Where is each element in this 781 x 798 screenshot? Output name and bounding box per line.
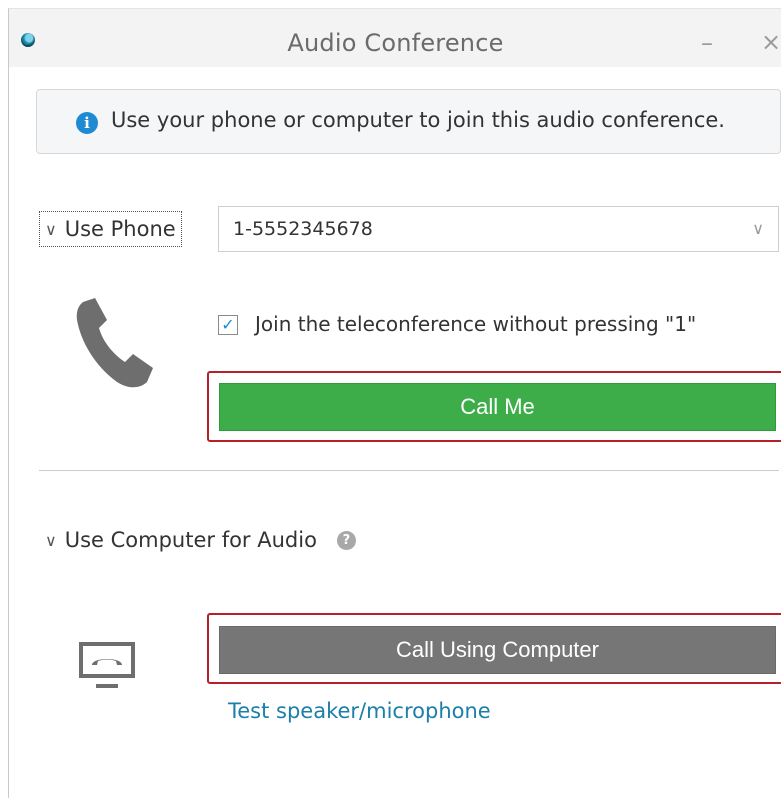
- help-icon[interactable]: ?: [336, 530, 356, 550]
- phone-handset-icon: [76, 298, 153, 388]
- info-message: Use your phone or computer to join this …: [111, 108, 725, 132]
- join-without-pressing-checkbox[interactable]: ✓: [218, 315, 238, 335]
- chevron-down-icon: ∨: [752, 219, 764, 238]
- use-computer-label: Use Computer for Audio: [64, 528, 317, 552]
- chevron-down-icon: ∨: [45, 219, 57, 239]
- use-phone-toggle[interactable]: ∨ Use Phone: [39, 211, 182, 247]
- close-button[interactable]: ×: [761, 28, 781, 56]
- section-divider: [39, 470, 779, 471]
- call-using-computer-button[interactable]: Call Using Computer: [219, 626, 776, 674]
- use-phone-label: Use Phone: [64, 217, 176, 241]
- call-me-button[interactable]: Call Me: [219, 383, 776, 431]
- phone-number-value: 1-5552345678: [233, 218, 373, 240]
- minimize-button[interactable]: –: [701, 29, 713, 57]
- test-speaker-microphone-link[interactable]: Test speaker/microphone: [228, 699, 491, 723]
- use-computer-toggle[interactable]: ∨ Use Computer for Audio ?: [45, 528, 356, 552]
- phone-number-select[interactable]: 1-5552345678 ∨: [218, 206, 779, 252]
- info-banner: i Use your phone or computer to join thi…: [36, 89, 781, 154]
- computer-audio-icon: [79, 642, 135, 688]
- join-without-pressing-label: Join the teleconference without pressing…: [255, 312, 697, 336]
- window-title: Audio Conference: [287, 29, 504, 57]
- audio-conference-window: Audio Conference – × i Use your phone or…: [8, 8, 781, 798]
- title-bar: Audio Conference – ×: [9, 9, 781, 67]
- chevron-down-icon: ∨: [45, 530, 57, 550]
- info-icon: i: [76, 112, 98, 134]
